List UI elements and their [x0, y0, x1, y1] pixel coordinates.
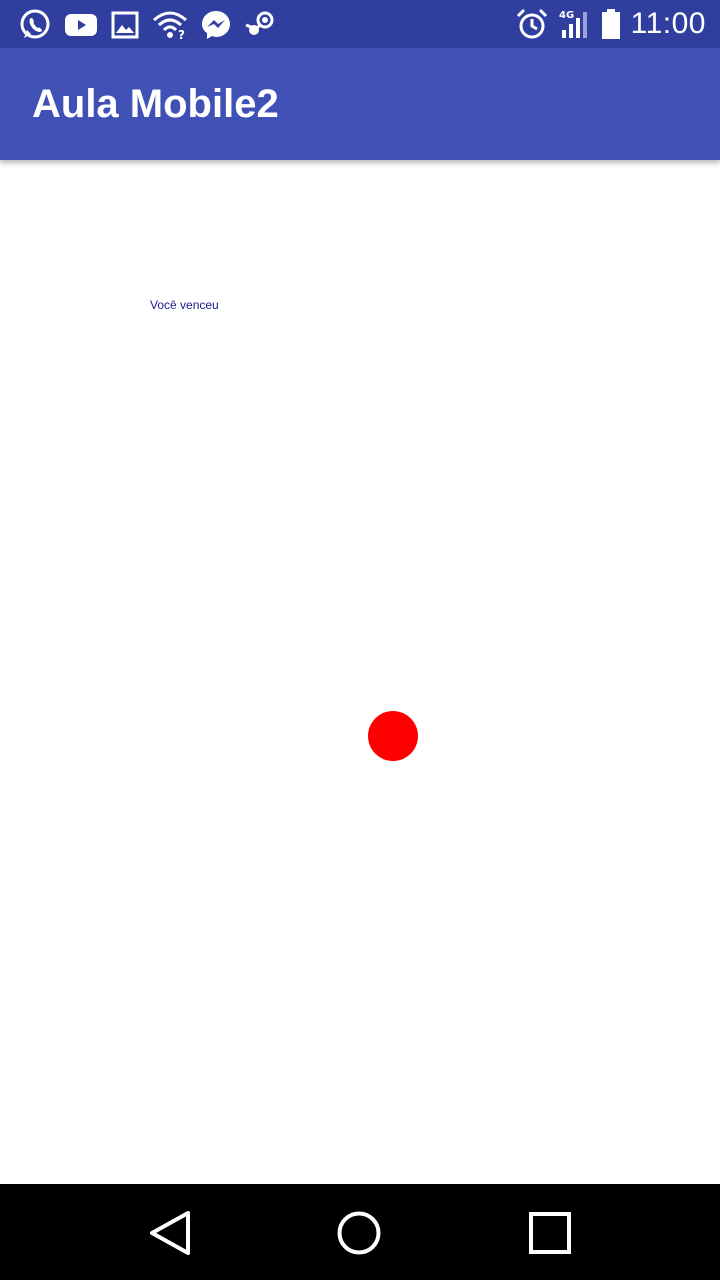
back-button[interactable] [143, 1206, 197, 1260]
network-type-label: 4G [559, 10, 574, 21]
steam-icon [244, 10, 276, 40]
home-button[interactable] [332, 1206, 386, 1260]
whatsapp-icon [18, 8, 52, 42]
back-icon [150, 1211, 190, 1255]
recents-button[interactable] [523, 1206, 577, 1260]
youtube-icon [64, 11, 98, 39]
alarm-icon [515, 7, 549, 41]
app-bar: Aula Mobile2 [0, 48, 720, 160]
navigation-bar [0, 1184, 720, 1280]
system-status-icons: 4G 11:00 [515, 7, 706, 41]
clock: 11:00 [630, 7, 706, 40]
game-canvas[interactable]: Você venceu [0, 160, 720, 1184]
gallery-icon [110, 10, 140, 40]
app-title: Aula Mobile2 [32, 82, 279, 126]
result-message: Você venceu [150, 298, 219, 312]
recents-icon [529, 1212, 571, 1254]
notification-icons: ? [18, 8, 276, 42]
status-bar: ? 4G 11:00 [0, 0, 720, 48]
messenger-icon [200, 9, 232, 41]
svg-text:?: ? [178, 28, 185, 40]
signal-4g-icon: 4G [559, 8, 591, 40]
home-icon [337, 1211, 381, 1255]
wifi-question-icon: ? [152, 10, 188, 40]
red-ball[interactable] [368, 711, 418, 761]
battery-icon [601, 8, 621, 40]
